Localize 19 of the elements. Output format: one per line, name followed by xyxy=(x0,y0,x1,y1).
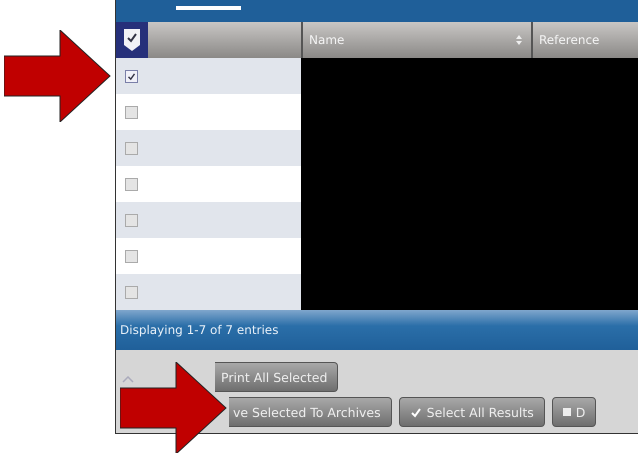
row-checkbox[interactable] xyxy=(125,142,138,154)
select-all-checkbox[interactable] xyxy=(116,22,148,58)
row-checkbox[interactable] xyxy=(125,214,138,226)
action-button[interactable]: Print All Selected xyxy=(215,362,338,392)
column-header[interactable]: Reference xyxy=(533,22,638,58)
row-checkbox[interactable] xyxy=(125,70,138,82)
row-checkbox[interactable] xyxy=(125,106,138,118)
row-checkbox[interactable] xyxy=(125,178,138,190)
check-shield-icon xyxy=(122,27,142,53)
caret-icon[interactable] xyxy=(122,376,134,383)
action-button[interactable]: Select All Results xyxy=(398,397,545,427)
check-icon xyxy=(410,406,422,418)
entries-count-text: Displaying 1-7 of 7 entries xyxy=(120,323,278,337)
square-icon xyxy=(562,408,571,416)
row-checkbox[interactable] xyxy=(125,286,138,298)
action-button[interactable]: D xyxy=(552,397,596,427)
action-button[interactable]: ve Selected To Archives xyxy=(229,397,392,427)
arrow-icon xyxy=(4,30,111,122)
row-checkbox[interactable] xyxy=(125,250,138,262)
